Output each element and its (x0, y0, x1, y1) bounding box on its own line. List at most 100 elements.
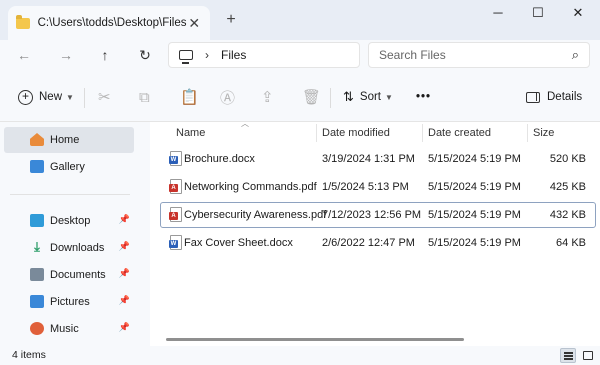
search-input[interactable] (379, 48, 572, 62)
date-modified: 1/5/2024 5:13 PM (322, 181, 409, 193)
tiles-view-button[interactable] (580, 348, 596, 363)
sidebar-item-label: Gallery (50, 161, 85, 173)
chevron-down-icon: ▼ (385, 92, 393, 102)
plus-icon: + (18, 89, 33, 105)
column-header-date-created[interactable]: Date created (428, 122, 491, 144)
cut-icon[interactable]: ✂ (98, 86, 111, 108)
rename-icon[interactable]: Ⓐ (220, 86, 235, 108)
date-created: 5/15/2024 5:19 PM (428, 153, 521, 165)
back-button[interactable]: ← (12, 44, 36, 66)
tab-files[interactable]: C:\Users\todds\Desktop\Files ✕ (8, 6, 210, 40)
file-size: 432 KB (549, 209, 586, 221)
pin-icon[interactable]: 📌 (119, 322, 130, 333)
file-list: ︿ Name Date modified Date created Size W… (150, 119, 600, 346)
date-modified: 3/19/2024 1:31 PM (322, 153, 415, 165)
downloads-icon: ⤓ (34, 239, 40, 254)
pin-icon[interactable]: 📌 (119, 268, 130, 279)
list-view-icon (564, 352, 573, 354)
more-options-button[interactable]: ••• (416, 86, 431, 108)
column-header-size[interactable]: Size (533, 122, 554, 144)
sidebar-item-pictures[interactable]: Pictures 📌 (4, 289, 134, 315)
item-count: 4 items (12, 349, 46, 361)
navigation-pane: Home Gallery Desktop 📌 ⤓ Downloads 📌 Doc… (0, 122, 150, 346)
sidebar-item-music[interactable]: Music 📌 (4, 316, 134, 342)
file-size: 64 KB (556, 237, 586, 249)
sidebar-item-label: Documents (50, 269, 106, 281)
sidebar-item-desktop[interactable]: Desktop 📌 (4, 208, 134, 234)
details-label: Details (547, 91, 583, 103)
title-bar: C:\Users\todds\Desktop\Files ✕ + ─ ☐ ✕ (0, 0, 600, 40)
gallery-icon (30, 160, 44, 173)
status-bar: 4 items (0, 346, 600, 365)
this-pc-icon[interactable] (179, 50, 193, 64)
share-icon[interactable]: ⇪ (261, 86, 274, 108)
delete-icon[interactable]: 🗑 (302, 86, 321, 108)
sidebar-item-label: Home (50, 134, 80, 146)
sort-label: Sort (359, 91, 381, 103)
pin-icon[interactable]: 📌 (119, 295, 130, 306)
desktop-icon (30, 214, 44, 227)
sidebar-item-label: Desktop (50, 215, 91, 227)
file-name: Fax Cover Sheet.docx (184, 237, 293, 249)
table-row[interactable]: A Cybersecurity Awareness.pdf 7/12/2023 … (160, 202, 596, 228)
details-pane-button[interactable]: Details (526, 86, 582, 108)
up-button[interactable]: ↑ (93, 44, 117, 66)
search-box[interactable]: ⌕ (368, 42, 590, 68)
pictures-icon (30, 295, 44, 308)
new-tab-button[interactable]: + (222, 10, 240, 30)
folder-icon (16, 14, 30, 29)
table-row[interactable]: A Networking Commands.pdf 1/5/2024 5:13 … (160, 174, 596, 200)
details-pane-icon (526, 91, 540, 103)
horizontal-scrollbar[interactable] (166, 338, 464, 341)
column-header-name[interactable]: Name (176, 122, 205, 144)
word-document-icon: W (169, 235, 182, 250)
divider (10, 194, 130, 195)
column-divider[interactable] (422, 124, 423, 142)
sidebar-item-label: Downloads (50, 242, 105, 254)
pin-icon[interactable]: 📌 (119, 214, 130, 225)
file-name: Brochure.docx (184, 153, 255, 165)
column-header-date-modified[interactable]: Date modified (322, 122, 390, 144)
table-row[interactable]: W Brochure.docx 3/19/2024 1:31 PM 5/15/2… (160, 146, 596, 172)
search-icon[interactable]: ⌕ (572, 47, 579, 63)
chevron-down-icon: ▼ (66, 92, 74, 102)
sort-icon: ⇅ (343, 89, 354, 104)
sidebar-item-home[interactable]: Home (4, 127, 134, 153)
tab-title: C:\Users\todds\Desktop\Files (37, 17, 187, 29)
date-modified: 2/6/2022 12:47 PM (322, 237, 415, 249)
new-button[interactable]: + New ▼ (18, 86, 74, 108)
word-document-icon: W (169, 151, 182, 166)
sidebar-item-label: Pictures (50, 296, 90, 308)
music-icon (30, 322, 44, 335)
address-bar[interactable]: › Files (168, 42, 360, 68)
column-divider[interactable] (527, 124, 528, 142)
command-bar: + New ▼ ✂ ⧉ 📋 Ⓐ ⇪ 🗑 ⇅ Sort ▼ ••• Details (0, 70, 600, 122)
sort-button[interactable]: ⇅ Sort ▼ (343, 86, 393, 108)
copy-icon[interactable]: ⧉ (139, 86, 150, 108)
breadcrumb-files[interactable]: Files (221, 48, 246, 62)
table-row[interactable]: W Fax Cover Sheet.docx 2/6/2022 12:47 PM… (160, 230, 596, 256)
paste-icon[interactable]: 📋 (180, 86, 199, 108)
details-view-button[interactable] (560, 348, 576, 363)
divider (330, 88, 331, 108)
sidebar-item-documents[interactable]: Documents 📌 (4, 262, 134, 288)
column-divider[interactable] (316, 124, 317, 142)
pin-icon[interactable]: 📌 (119, 241, 130, 252)
file-size: 520 KB (549, 153, 586, 165)
date-created: 5/15/2024 5:19 PM (428, 237, 521, 249)
maximize-button[interactable]: ☐ (518, 0, 558, 28)
address-row: ← → ↑ ↻ › Files ⌕ (0, 40, 600, 70)
date-created: 5/15/2024 5:19 PM (428, 181, 521, 193)
close-window-button[interactable]: ✕ (558, 0, 598, 28)
forward-button[interactable]: → (54, 44, 78, 66)
file-size: 425 KB (549, 181, 586, 193)
documents-icon (30, 268, 44, 281)
sidebar-item-downloads[interactable]: ⤓ Downloads 📌 (4, 235, 134, 261)
minimize-button[interactable]: ─ (478, 0, 518, 28)
chevron-right-icon[interactable]: › (205, 48, 209, 62)
chevron-up-icon: ︿ (241, 119, 249, 128)
pdf-document-icon: A (169, 179, 182, 194)
refresh-button[interactable]: ↻ (133, 44, 157, 66)
sidebar-item-gallery[interactable]: Gallery (4, 154, 134, 180)
close-tab-button[interactable]: ✕ (186, 15, 202, 32)
